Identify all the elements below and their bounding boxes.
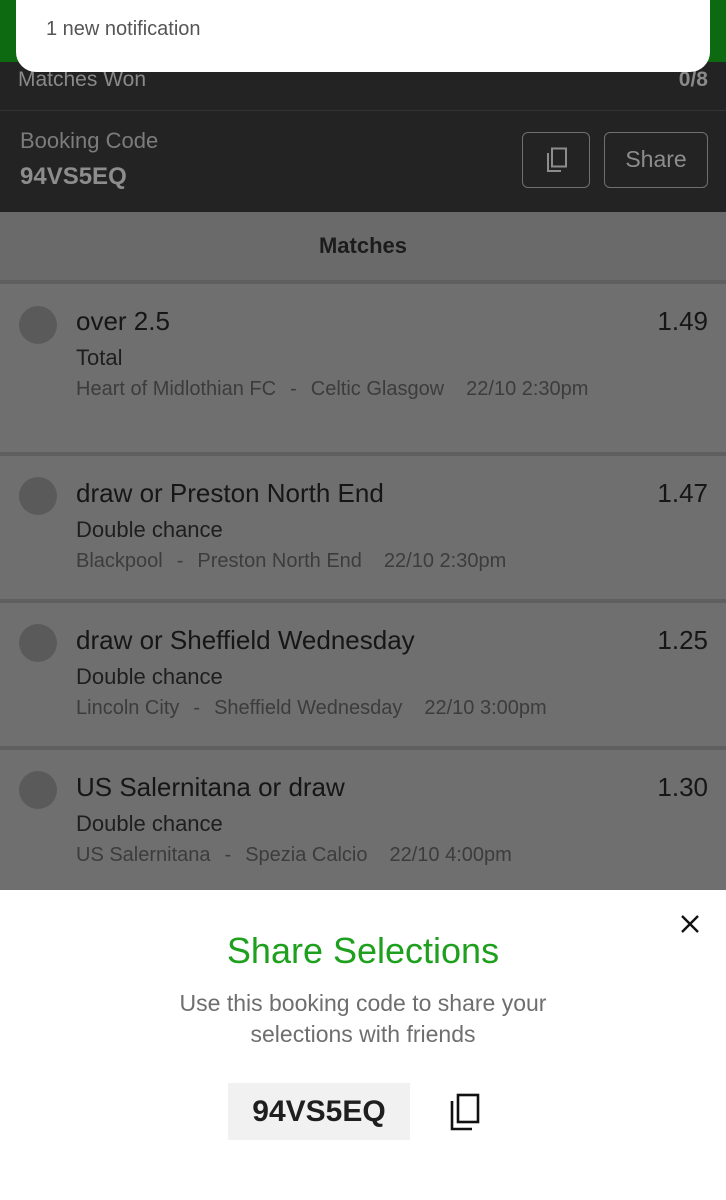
bet-summary-panel: Matches Won 0/8 Booking Code 94VS5EQ Sha… — [0, 62, 726, 212]
sheet-description: Use this booking code to share your sele… — [179, 990, 547, 1047]
match-row[interactable]: draw or Sheffield Wednesday 1.25 Double … — [0, 599, 726, 746]
away-team: Preston North End — [197, 550, 362, 572]
match-datetime: 22/10 4:00pm — [389, 844, 512, 866]
match-datetime: 22/10 3:00pm — [424, 697, 547, 719]
market-name: Double chance — [76, 517, 223, 542]
copy-icon[interactable] — [448, 1092, 484, 1132]
fixture-info: Heart of Midlothian FC - Celtic Glasgow 22/… — [76, 377, 596, 402]
match-row[interactable]: draw or Preston North End 1.47 Double ch… — [0, 452, 726, 599]
vs-separator: - — [224, 844, 232, 866]
vs-separator: - — [290, 378, 297, 400]
odds-value: 1.25 — [657, 625, 708, 655]
copy-icon — [547, 147, 567, 172]
vs-separator: - — [193, 697, 201, 719]
match-row[interactable]: over 2.5 1.49 Total Heart of Midlothian … — [0, 280, 726, 452]
share-button[interactable]: Share — [604, 132, 708, 188]
copy-code-button[interactable] — [522, 132, 590, 188]
booking-code-label: Booking Code — [20, 128, 159, 153]
share-selections-sheet: Share Selections Use this booking code t… — [0, 890, 726, 1200]
selection-name: draw or Sheffield Wednesday — [76, 625, 415, 655]
fixture-info: Lincoln City - Sheffield Wednesday 22/10 3:… — [76, 696, 596, 721]
odds-value: 1.49 — [657, 306, 708, 336]
matches-section-header: Matches — [0, 212, 726, 280]
odds-value: 1.47 — [657, 478, 708, 508]
vs-separator: - — [176, 550, 184, 572]
away-team: Spezia Calcio — [245, 844, 368, 866]
booking-code-value: 94VS5EQ — [20, 163, 127, 190]
away-team: Celtic Glasgow — [310, 378, 445, 400]
odds-value: 1.30 — [657, 772, 708, 802]
notification-card[interactable]: 1 new notification — [16, 0, 710, 72]
status-indicator-icon — [19, 771, 57, 809]
selection-name: draw or Preston North End — [76, 478, 384, 508]
market-name: Double chance — [76, 811, 223, 836]
notification-text: 1 new notification — [46, 18, 201, 40]
fixture-info: US Salernitana - Spezia Calcio 22/10 4:00pm — [76, 843, 596, 868]
home-team: Blackpool — [76, 550, 163, 572]
status-indicator-icon — [19, 306, 57, 344]
selection-name: US Salernitana or draw — [76, 772, 345, 802]
match-datetime: 22/10 2:30pm — [383, 550, 507, 572]
fixture-info: Blackpool - Preston North End 22/10 2:30pm — [76, 549, 596, 574]
selection-name: over 2.5 — [76, 306, 170, 336]
status-indicator-icon — [19, 624, 57, 662]
match-row[interactable]: US Salernitana or draw 1.30 Double chanc… — [0, 746, 726, 890]
booking-code-display[interactable]: 94VS5EQ — [228, 1083, 410, 1140]
home-team: Heart of Midlothian FC — [76, 378, 277, 400]
home-team: US Salernitana — [76, 844, 211, 866]
sheet-title: Share Selections — [226, 930, 500, 971]
match-datetime: 22/10 2:30pm — [466, 378, 589, 400]
status-indicator-icon — [19, 477, 57, 515]
away-team: Sheffield Wednesday — [214, 697, 403, 719]
home-team: Lincoln City — [76, 697, 180, 719]
market-name: Double chance — [76, 664, 223, 689]
market-name: Total — [76, 345, 123, 370]
